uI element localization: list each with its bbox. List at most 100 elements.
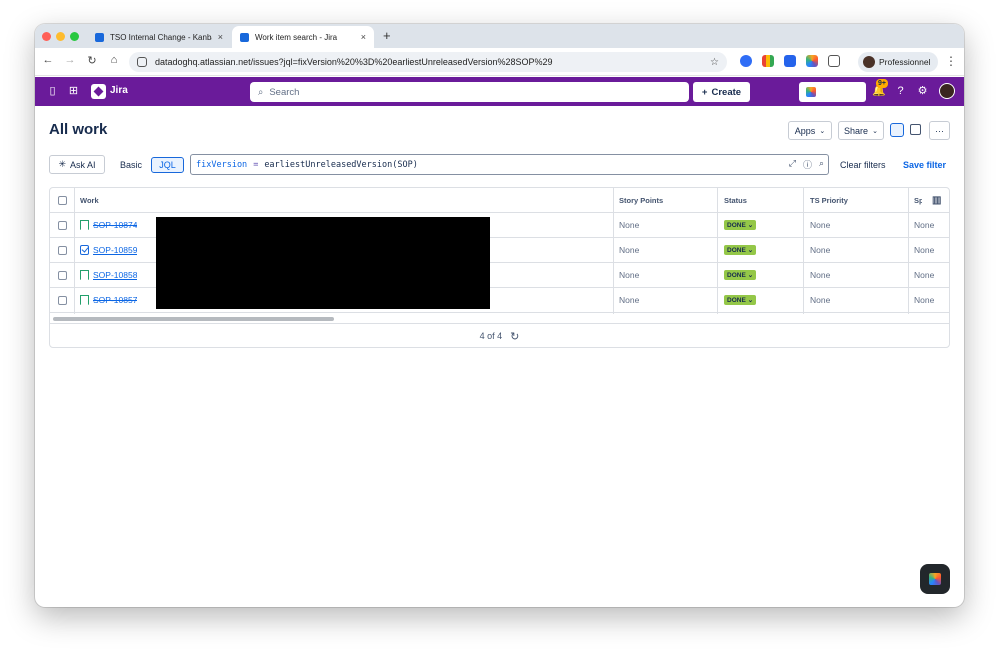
extensions-puzzle-icon[interactable] <box>828 55 840 67</box>
extension-icon[interactable] <box>784 55 796 67</box>
column-header-story-points[interactable]: Story Points <box>619 188 663 212</box>
global-search-input[interactable]: ⌕ Search <box>250 82 689 102</box>
home-icon[interactable]: ⌂ <box>107 54 121 66</box>
chevron-down-icon: ⌄ <box>747 272 754 279</box>
column-header-sp[interactable]: Sp <box>914 188 922 212</box>
create-button[interactable]: + Create <box>693 82 750 102</box>
browser-tab-kanban[interactable]: TSO Internal Change - Kanban × <box>87 26 231 48</box>
ask-ai-label: Ask AI <box>70 159 96 170</box>
refresh-icon[interactable]: ↻ <box>510 330 519 343</box>
issue-key-link[interactable]: SOP-10857 <box>93 295 137 305</box>
sidebar-toggle-icon[interactable]: ▯ <box>46 85 59 98</box>
select-all-checkbox[interactable] <box>58 188 67 212</box>
rovo-search-button[interactable] <box>799 82 866 102</box>
status-label: DONE <box>727 296 746 304</box>
search-icon[interactable]: ⌕ <box>819 158 824 171</box>
extension-icon[interactable] <box>806 55 818 67</box>
row-checkbox[interactable] <box>58 288 67 312</box>
close-tab-icon[interactable]: × <box>361 32 366 42</box>
detail-view-icon[interactable] <box>910 124 921 135</box>
minimize-window-button[interactable] <box>56 32 65 41</box>
column-header-status[interactable]: Status <box>724 188 747 212</box>
story-points-cell[interactable]: None <box>619 213 639 237</box>
browser-tab-work-item-search[interactable]: Work item search - Jira × <box>232 26 374 48</box>
story-bookmark-icon <box>80 270 89 280</box>
row-checkbox[interactable] <box>58 238 67 262</box>
close-window-button[interactable] <box>42 32 51 41</box>
user-avatar[interactable] <box>939 83 955 99</box>
column-header-ts-priority[interactable]: TS Priority <box>810 188 848 212</box>
rovo-icon <box>929 573 941 585</box>
ask-ai-button[interactable]: ✳ Ask AI <box>49 155 105 174</box>
maximize-window-button[interactable] <box>70 32 79 41</box>
story-points-cell[interactable]: None <box>619 288 639 312</box>
browser-menu-icon[interactable]: ⋮ <box>945 54 957 68</box>
row-checkbox[interactable] <box>58 213 67 237</box>
bookmark-star-icon[interactable]: ☆ <box>710 57 719 68</box>
close-tab-icon[interactable]: × <box>218 32 223 42</box>
horizontal-scrollbar[interactable] <box>53 317 334 321</box>
column-picker-icon[interactable]: ▥ <box>932 188 941 212</box>
ts-priority-cell[interactable]: None <box>810 213 830 237</box>
apps-label: Apps <box>794 125 816 136</box>
help-icon[interactable]: ? <box>894 85 907 98</box>
sp-cell[interactable]: None <box>914 238 934 262</box>
status-cell[interactable]: DONE ⌄ <box>724 238 757 262</box>
story-bookmark-icon <box>80 220 89 230</box>
search-icon: ⌕ <box>258 86 264 98</box>
status-cell[interactable]: DONE ⌄ <box>724 263 757 287</box>
settings-gear-icon[interactable]: ⚙ <box>916 85 929 98</box>
extension-icon[interactable] <box>762 55 774 67</box>
story-points-cell[interactable]: None <box>619 238 639 262</box>
save-filter-button[interactable]: Save filter <box>903 160 946 170</box>
new-tab-button[interactable]: + <box>383 28 391 43</box>
basic-mode-button[interactable]: Basic <box>114 157 148 173</box>
share-button[interactable]: Share ⌄ <box>838 121 884 140</box>
address-bar[interactable]: datadoghq.atlassian.net/issues?jql=fixVe… <box>129 52 727 72</box>
status-label: DONE <box>727 221 746 229</box>
redacted-summary-block <box>156 217 490 309</box>
notification-count-badge: 9+ <box>876 79 888 88</box>
chevron-down-icon: ⌄ <box>872 127 878 135</box>
reload-icon[interactable]: ↻ <box>85 54 99 67</box>
story-bookmark-icon <box>80 295 89 305</box>
sp-cell[interactable]: None <box>914 288 934 312</box>
ts-priority-cell[interactable]: None <box>810 288 830 312</box>
site-info-icon[interactable] <box>137 57 147 67</box>
jql-query-input[interactable]: fixVersion = earliestUnreleasedVersion(S… <box>190 154 829 175</box>
apps-button[interactable]: Apps ⌄ <box>788 121 832 140</box>
row-checkbox[interactable] <box>58 263 67 287</box>
jql-mode-button[interactable]: JQL <box>151 157 184 173</box>
column-header-work[interactable]: Work <box>80 188 99 212</box>
story-points-cell[interactable]: None <box>619 263 639 287</box>
help-circle-icon[interactable]: ⓘ <box>803 158 812 171</box>
sp-cell[interactable]: None <box>914 213 934 237</box>
more-actions-button[interactable]: ··· <box>929 121 950 140</box>
tab-title: Work item search - Jira <box>255 32 338 42</box>
issue-key-link[interactable]: SOP-10859 <box>93 245 137 255</box>
status-cell[interactable]: DONE ⌄ <box>724 213 757 237</box>
issue-key-link[interactable]: SOP-10874 <box>93 220 137 230</box>
product-name[interactable]: Jira <box>110 85 128 96</box>
sparkle-icon: ✳ <box>58 159 67 169</box>
list-view-icon[interactable] <box>890 123 904 137</box>
ts-priority-cell[interactable]: None <box>810 263 830 287</box>
work-cell: SOP-10858 <box>80 263 137 287</box>
rovo-chat-button[interactable] <box>920 564 950 594</box>
app-switcher-icon[interactable]: ⊞ <box>67 85 80 98</box>
url-text: datadoghq.atlassian.net/issues?jql=fixVe… <box>155 57 553 67</box>
forward-arrow-icon[interactable]: → <box>63 54 77 66</box>
work-cell: SOP-10874 <box>80 213 137 237</box>
sp-cell[interactable]: None <box>914 263 934 287</box>
back-arrow-icon[interactable]: ← <box>41 54 55 66</box>
table-header-row: Work Story Points Status TS Priority Sp … <box>50 188 949 213</box>
clear-filters-button[interactable]: Clear filters <box>840 160 886 170</box>
status-cell[interactable]: DONE ⌄ <box>724 288 757 312</box>
jql-field: fixVersion <box>196 159 248 170</box>
jira-logo-icon[interactable] <box>91 84 106 99</box>
expand-icon[interactable]: ⤢ <box>789 158 796 171</box>
ts-priority-cell[interactable]: None <box>810 238 830 262</box>
profile-chip[interactable]: Professionnel <box>858 52 938 72</box>
extension-icon[interactable] <box>740 55 752 67</box>
issue-key-link[interactable]: SOP-10858 <box>93 270 137 280</box>
